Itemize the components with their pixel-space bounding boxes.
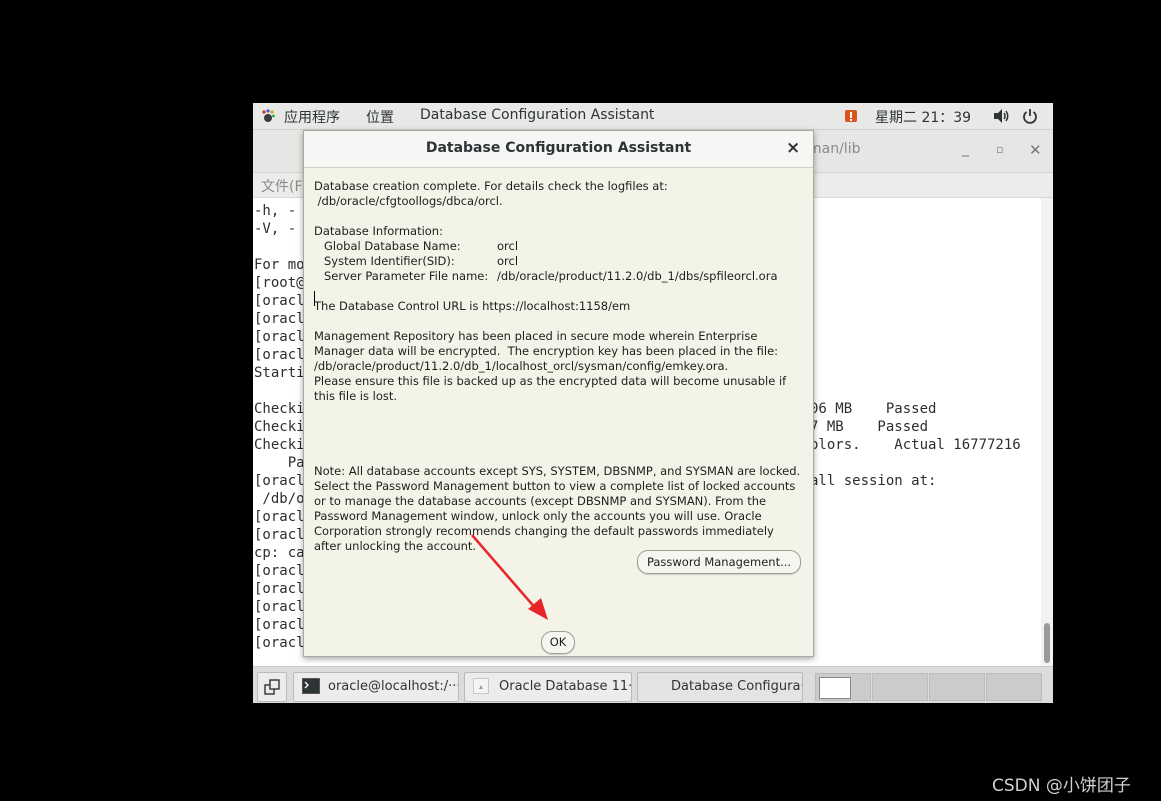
watermark: CSDN @小饼团子 <box>992 776 1131 796</box>
annotation-arrow <box>471 534 548 620</box>
